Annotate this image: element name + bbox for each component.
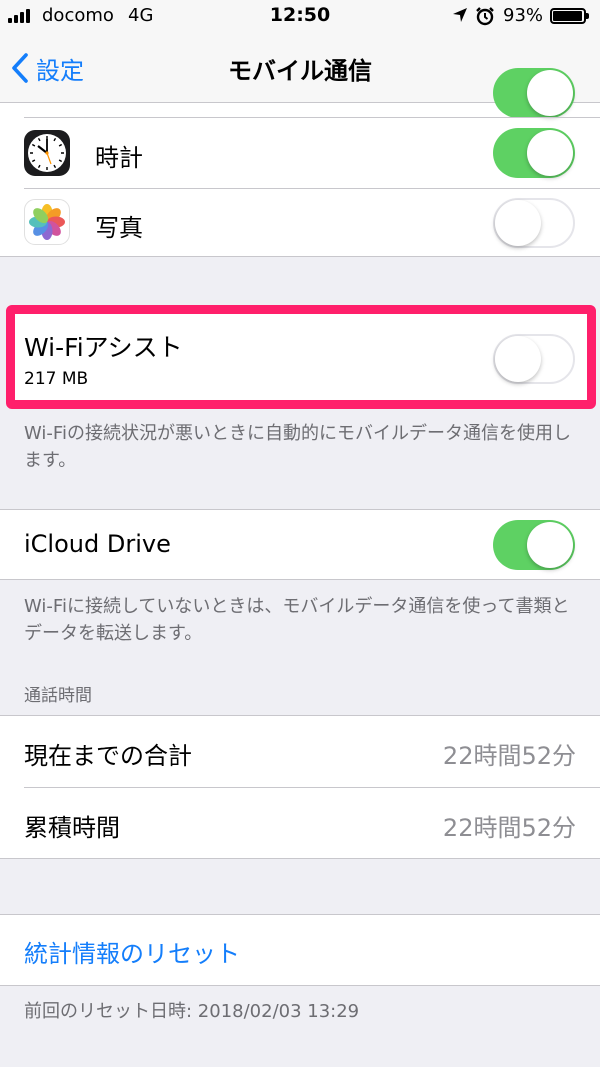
reset-statistics-button[interactable]: 統計情報のリセット (24, 934, 240, 969)
alarm-icon (476, 7, 494, 26)
app-name: 時計 (95, 144, 143, 172)
wifi-assist-usage: 217 MB (24, 369, 89, 389)
icloud-drive-toggle[interactable] (493, 520, 575, 570)
call-time-label: 累積時間 (24, 814, 120, 842)
wifi-assist-label: Wi-Fiアシスト (24, 333, 183, 362)
clock-icon (24, 130, 70, 176)
icloud-drive-description: Wi-Fiに接続していないときは、モバイルデータ通信を使って書類とデータを転送し… (24, 596, 570, 644)
battery-icon (550, 8, 589, 24)
app-list: 時計 写真 (0, 68, 600, 257)
call-time-header: 通話時間 (24, 686, 92, 706)
wifi-assist-row: Wi-Fiアシスト 217 MB (0, 314, 600, 400)
last-reset-date: 前回のリセット日時: 2018/02/03 13:29 (24, 1001, 360, 1022)
status-bar: docomo 4G 12:50 93% (0, 0, 600, 34)
battery-percentage: 93% (503, 5, 544, 26)
call-time-row: 累積時間 22時間52分 (0, 788, 600, 858)
call-time-row: 現在までの合計 22時間52分 (0, 716, 600, 787)
call-time-value: 22時間52分 (442, 742, 576, 770)
partial-row-toggle[interactable] (493, 68, 575, 118)
photos-icon (24, 199, 70, 245)
wifi-assist-description: Wi-Fiの接続状況が悪いときに自動的にモバイルデータ通信を使用します。 (24, 423, 571, 471)
photos-cellular-toggle[interactable] (493, 198, 575, 248)
call-time-value: 22時間52分 (442, 814, 576, 842)
reset-group: 統計情報のリセット (0, 914, 600, 986)
clock-cellular-toggle[interactable] (493, 128, 575, 178)
call-time-group: 現在までの合計 22時間52分 累積時間 22時間52分 (0, 715, 600, 859)
call-time-label: 現在までの合計 (24, 742, 192, 770)
app-row-clock: 時計 (0, 118, 600, 188)
icloud-drive-group: iCloud Drive (0, 509, 600, 580)
icloud-drive-label: iCloud Drive (24, 530, 171, 558)
location-arrow-icon (453, 8, 467, 22)
app-name: 写真 (95, 214, 143, 242)
app-row-photos: 写真 (0, 189, 600, 256)
wifi-assist-toggle[interactable] (493, 334, 575, 384)
